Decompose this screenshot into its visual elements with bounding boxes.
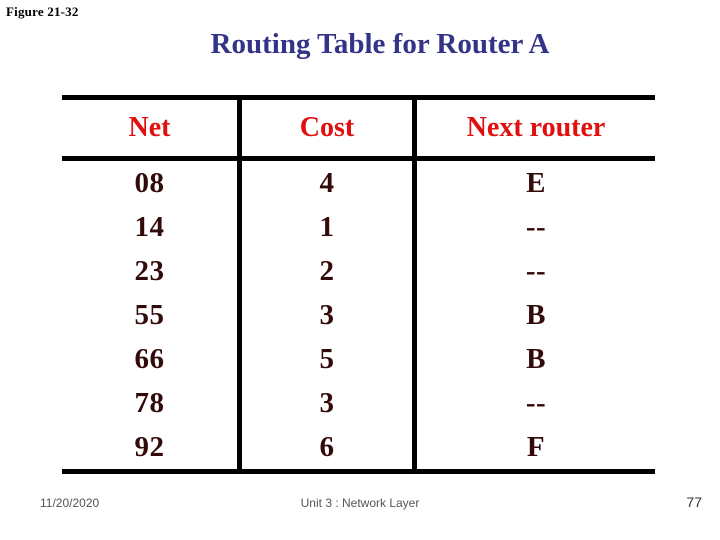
cell-net: 66 [134,342,165,375]
cell-cost: 2 [237,249,412,293]
table-row: 92 6 F [62,425,655,469]
table-row: 78 3 -- [62,381,655,425]
table-row: 08 4 E [62,161,655,205]
cell-net: 08 [134,166,165,199]
cell-net: 92 [134,430,165,463]
cell-next-router: -- [412,381,655,425]
cell-next-router: -- [412,205,655,249]
cell-next-router: F [412,425,655,469]
cell-cost: 3 [237,381,412,425]
table-body: 08 4 E 14 1 -- 23 2 -- 55 3 B 66 5 B 78 … [62,161,655,474]
cell-net: 14 [134,210,165,243]
cell-cost: 1 [237,205,412,249]
cell-next-router: -- [412,249,655,293]
table-header-row: Net Cost Next router [62,95,655,161]
table-row: 23 2 -- [62,249,655,293]
cell-net: 23 [134,254,165,287]
cell-net: 78 [134,386,165,419]
cell-next-router: B [412,293,655,337]
cell-cost: 4 [237,161,412,205]
table-header-cost: Cost [237,100,412,156]
cell-cost: 5 [237,337,412,381]
figure-label: Figure 21-32 [6,4,79,19]
cell-net: 55 [134,298,165,331]
table-header-net: Net [128,112,171,143]
footer-page-number: 77 [686,494,702,510]
cell-next-router: B [412,337,655,381]
slide-footer: 11/20/2020 Unit 3 : Network Layer 77 [0,494,720,514]
table-row: 55 3 B [62,293,655,337]
table-header-next-router: Next router [412,100,655,156]
cell-next-router: E [412,161,655,205]
cell-cost: 3 [237,293,412,337]
table-row: 14 1 -- [62,205,655,249]
cell-cost: 6 [237,425,412,469]
page-title: Routing Table for Router A [210,28,550,60]
table-row: 66 5 B [62,337,655,381]
routing-table: Net Cost Next router 08 4 E 14 1 -- 23 2… [62,95,655,474]
